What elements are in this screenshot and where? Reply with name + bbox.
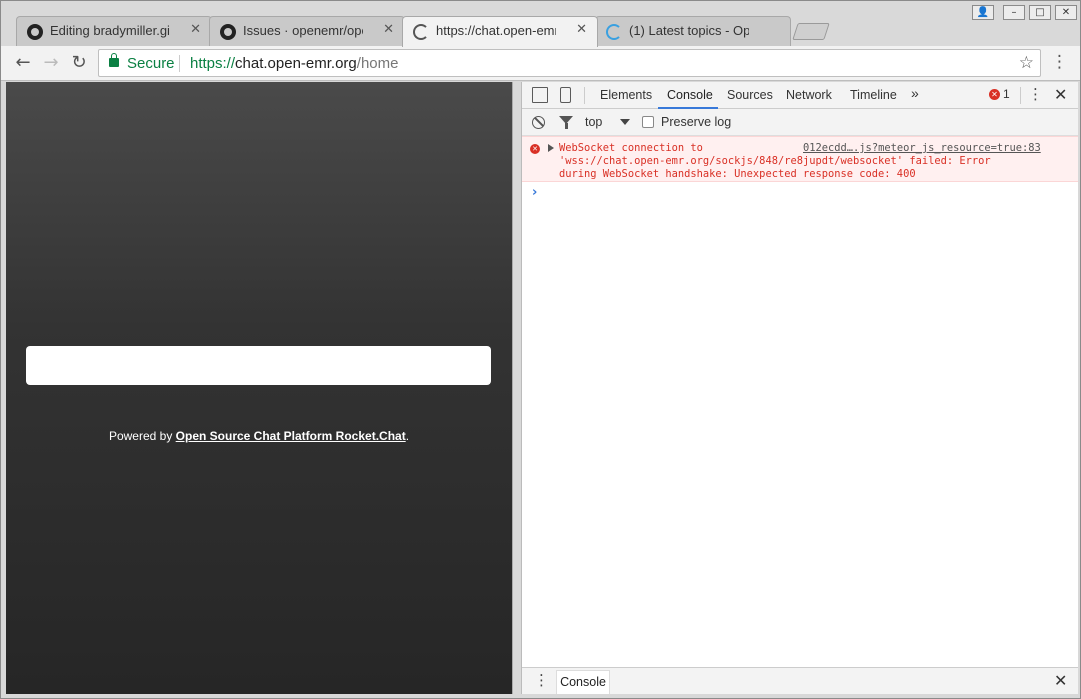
console-output[interactable]: ✕ WebSocket connection to 'wss://chat.op…	[522, 136, 1078, 667]
rocket-chat-link[interactable]: Open Source Chat Platform Rocket.Chat	[176, 429, 406, 443]
tab-title: (1) Latest topics - Open	[629, 23, 749, 38]
bookmark-star-icon[interactable]: ☆	[1019, 53, 1034, 73]
url-text[interactable]: https://chat.open-emr.org/home	[190, 55, 398, 72]
url-scheme: https://	[190, 55, 236, 72]
expand-arrow-icon[interactable]	[548, 144, 554, 152]
loading-icon	[413, 24, 429, 40]
devtools-tabbar: Elements Console Sources Network Timelin…	[522, 82, 1078, 109]
close-drawer-icon[interactable]: ✕	[1054, 671, 1067, 690]
inspect-element-icon[interactable]	[532, 87, 548, 103]
new-tab-button[interactable]	[792, 23, 830, 40]
powered-by-text: Powered by Open Source Chat Platform Roc…	[6, 429, 512, 443]
browser-window: Editing bradymiller.gith ✕ Issues · open…	[0, 0, 1081, 699]
minimize-button[interactable]: –	[1003, 5, 1025, 20]
drawer-menu-icon[interactable]: ⋮	[534, 671, 549, 689]
tab-editing[interactable]: Editing bradymiller.gith ✕	[16, 16, 212, 46]
devtools-panel: Elements Console Sources Network Timelin…	[522, 82, 1078, 694]
tab-title: Editing bradymiller.gith	[50, 23, 170, 38]
tab-issues[interactable]: Issues · openemr/open ✕	[209, 16, 405, 46]
profile-icon[interactable]: 👤	[972, 5, 994, 20]
tab-chat[interactable]: https://chat.open-emr.o ✕	[402, 16, 598, 47]
console-prompt-icon[interactable]: ›	[532, 185, 537, 200]
title-bar: Editing bradymiller.gith ✕ Issues · open…	[1, 1, 1080, 47]
tab-timeline[interactable]: Timeline	[850, 88, 897, 102]
forward-button[interactable]: →	[39, 51, 63, 75]
error-count[interactable]: 1	[1003, 87, 1010, 101]
chevron-down-icon[interactable]	[620, 119, 630, 125]
login-input-box[interactable]	[26, 346, 491, 385]
context-selector[interactable]: top	[585, 115, 602, 129]
tab-title: Issues · openemr/open	[243, 23, 363, 38]
tab-latest-topics[interactable]: (1) Latest topics - Open	[595, 16, 791, 46]
tab-sources[interactable]: Sources	[727, 88, 773, 102]
lock-icon	[109, 53, 119, 67]
devtools-splitter[interactable]	[512, 82, 522, 694]
tab-title: https://chat.open-emr.o	[436, 23, 556, 38]
github-icon	[220, 24, 236, 40]
console-toolbar: top Preserve log	[522, 109, 1078, 136]
filter-icon[interactable]	[559, 116, 573, 129]
page-content: Powered by Open Source Chat Platform Roc…	[6, 82, 512, 694]
maximize-button[interactable]: □	[1029, 5, 1051, 20]
close-tab-icon[interactable]: ✕	[383, 22, 394, 37]
browser-toolbar: ← → ↻ Secure https://chat.open-emr.org/h…	[1, 46, 1080, 81]
more-tabs-icon[interactable]: »	[911, 85, 919, 101]
url-host: chat.open-emr.org	[235, 55, 357, 72]
drawer-tab-console[interactable]: Console	[556, 670, 610, 694]
preserve-log-label[interactable]: Preserve log	[661, 115, 731, 129]
console-error-message[interactable]: ✕ WebSocket connection to 'wss://chat.op…	[522, 136, 1078, 182]
url-path: /home	[356, 55, 399, 72]
devtools-menu-icon[interactable]: ⋮	[1028, 85, 1043, 103]
secure-label: Secure	[127, 55, 175, 72]
powered-suffix: .	[405, 429, 410, 443]
tab-elements[interactable]: Elements	[600, 88, 652, 102]
clear-console-icon[interactable]	[532, 116, 545, 129]
address-bar[interactable]: Secure https://chat.open-emr.org/home ☆	[98, 49, 1041, 77]
preserve-log-checkbox[interactable]	[642, 116, 654, 128]
reload-button[interactable]: ↻	[67, 51, 91, 75]
close-tab-icon[interactable]: ✕	[576, 22, 587, 37]
error-source-link[interactable]: 012ecdd….js?meteor_js_resource=true:83	[803, 142, 1041, 154]
divider	[584, 87, 585, 104]
tab-network[interactable]: Network	[786, 88, 832, 102]
error-icon: ✕	[530, 144, 540, 154]
loading-icon	[606, 24, 622, 40]
back-button[interactable]: ←	[11, 51, 35, 75]
device-toolbar-icon[interactable]	[560, 87, 571, 103]
browser-menu-icon[interactable]: ⋮	[1051, 52, 1068, 72]
close-tab-icon[interactable]: ✕	[190, 22, 201, 37]
github-icon	[27, 24, 43, 40]
devtools-drawer: ⋮ Console ✕	[522, 667, 1078, 694]
tab-console[interactable]: Console	[667, 88, 713, 102]
close-devtools-icon[interactable]: ✕	[1054, 85, 1067, 104]
powered-prefix: Powered by	[108, 429, 176, 443]
divider	[179, 55, 180, 72]
close-window-button[interactable]: ✕	[1055, 5, 1077, 20]
error-icon[interactable]: ✕	[989, 89, 1000, 100]
divider	[1020, 87, 1021, 104]
